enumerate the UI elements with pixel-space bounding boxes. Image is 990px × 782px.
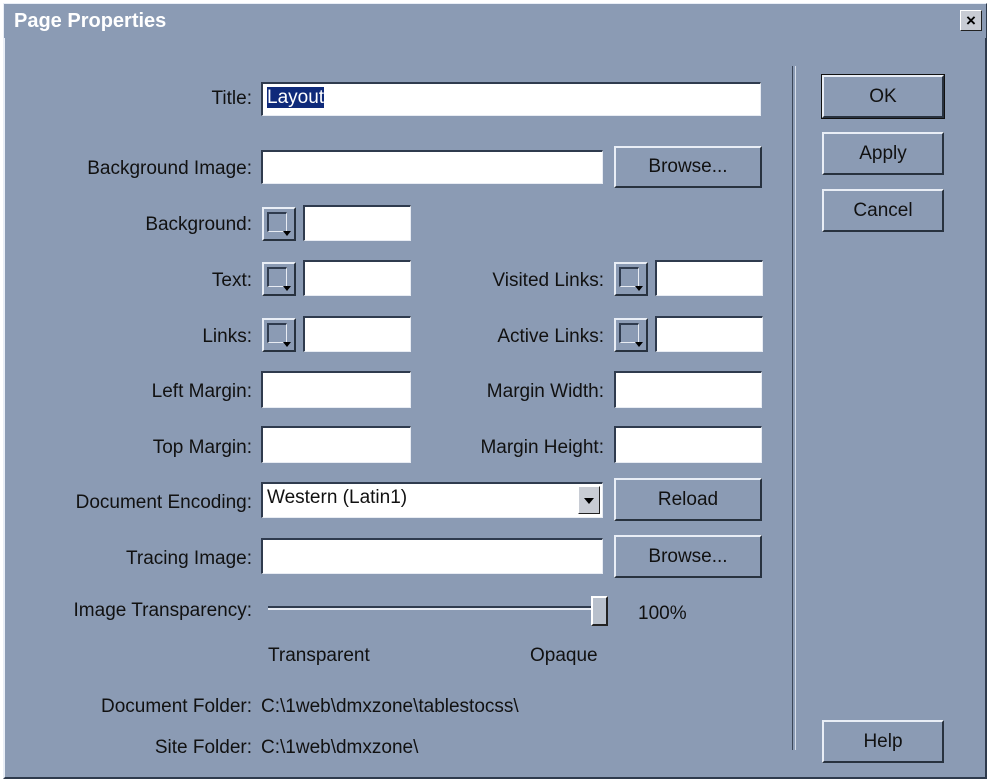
document-encoding-select[interactable]: Western (Latin1) [261,482,603,518]
chevron-down-icon [283,231,291,236]
document-encoding-value: Western (Latin1) [267,487,408,508]
chevron-down-icon [283,342,291,347]
visited-links-color-picker[interactable] [614,262,648,296]
transparency-value: 100% [638,603,687,624]
chevron-down-icon [584,498,594,504]
active-links-color-input[interactable] [655,316,763,352]
background-image-input[interactable] [261,150,603,184]
cancel-button[interactable]: Cancel [822,189,944,232]
swatch-preview [267,212,287,232]
dropdown-button[interactable] [578,486,600,514]
help-button[interactable]: Help [822,720,944,763]
margin-width-label: Margin Width: [486,381,604,402]
image-transparency-label: Image Transparency: [73,600,252,621]
tracing-image-label: Tracing Image: [125,548,252,569]
active-links-label: Active Links: [497,326,604,347]
swatch-preview [619,267,639,287]
links-color-picker[interactable] [262,318,296,352]
title-label: Title: [211,88,252,109]
top-margin-label: Top Margin: [152,437,252,458]
close-button[interactable]: × [960,10,982,31]
document-encoding-label: Document Encoding: [75,492,252,513]
left-margin-label: Left Margin: [151,381,252,402]
chevron-down-icon [635,286,643,291]
opaque-label: Opaque [530,645,598,666]
left-margin-input[interactable] [261,371,411,408]
background-image-label: Background Image: [87,158,252,179]
visited-links-label: Visited Links: [492,270,604,291]
apply-button[interactable]: Apply [822,132,944,175]
chevron-down-icon [283,286,291,291]
text-color-input[interactable] [303,260,411,296]
background-color-input[interactable] [303,205,411,241]
title-input-value: Layout [267,87,325,108]
swatch-preview [267,267,287,287]
title-input[interactable]: Layout [261,82,761,116]
links-label: Links: [202,326,252,347]
browse-background-button[interactable]: Browse... [614,146,762,188]
transparency-slider-track[interactable] [268,606,608,610]
background-label: Background: [145,214,252,235]
tracing-image-input[interactable] [261,538,603,574]
active-links-color-picker[interactable] [614,318,648,352]
swatch-preview [619,323,639,343]
swatch-preview [267,323,287,343]
visited-links-color-input[interactable] [655,260,763,296]
site-folder-value: C:\1web\dmxzone\ [261,737,419,758]
top-margin-input[interactable] [261,426,411,463]
text-color-label: Text: [211,270,252,291]
margin-height-input[interactable] [614,426,762,463]
browse-tracing-button[interactable]: Browse... [614,535,762,578]
margin-width-input[interactable] [614,371,762,408]
transparency-slider-thumb[interactable] [591,596,608,626]
transparent-label: Transparent [268,645,370,666]
margin-height-label: Margin Height: [480,437,604,458]
dialog-title: Page Properties [14,10,167,32]
links-color-input[interactable] [303,316,411,352]
chevron-down-icon [635,342,643,347]
vertical-divider [792,66,796,750]
title-bar: Page Properties × [4,4,986,38]
text-color-picker[interactable] [262,262,296,296]
ok-button[interactable]: OK [821,74,945,119]
site-folder-label: Site Folder: [154,737,252,758]
document-folder-label: Document Folder: [100,696,252,717]
background-color-picker[interactable] [262,207,296,241]
reload-button[interactable]: Reload [614,478,762,521]
document-folder-value: C:\1web\dmxzone\tablestocss\ [261,696,519,717]
